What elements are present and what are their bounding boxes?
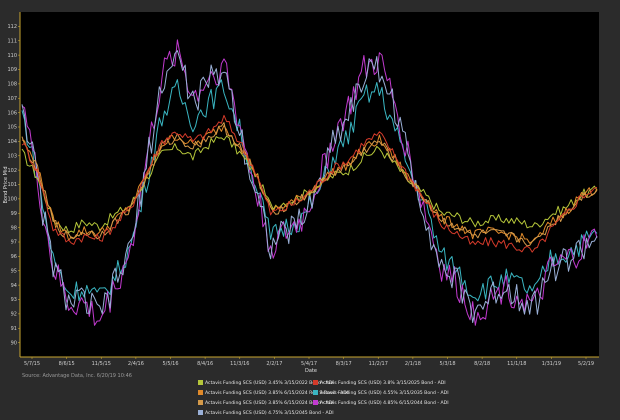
y-tick-label: 110	[7, 53, 17, 59]
legend-swatch	[313, 380, 318, 385]
x-tick-label: 11/1/18	[507, 361, 526, 367]
y-tick-label: 108	[7, 82, 17, 88]
y-tick-label: 94	[11, 283, 17, 289]
x-tick-label: 11/5/15	[92, 361, 111, 367]
legend-swatch	[313, 400, 318, 405]
y-tick-label: 92	[11, 312, 17, 318]
legend-label: Actavis Funding SCS (USD) 4.55% 3/15/203…	[320, 390, 449, 396]
y-tick-label: 93	[11, 297, 17, 303]
x-tick-label: 8/2/18	[474, 361, 490, 367]
y-tick-label: 111	[7, 38, 17, 44]
x-tick-label: 2/1/18	[405, 361, 421, 367]
legend-label: Actavis Funding SCS (USD) 4.75% 3/15/204…	[205, 410, 334, 416]
bond-price-chart: 9091929394959697989910010110210310410510…	[3, 12, 599, 416]
y-tick-label: 112	[7, 24, 17, 30]
x-tick-label: 5/4/17	[301, 361, 317, 367]
x-tick-label: 2/4/16	[128, 361, 144, 367]
legend-swatch	[198, 410, 203, 415]
x-tick-label: 5/5/16	[162, 361, 178, 367]
y-tick-label: 98	[11, 225, 17, 231]
plot-background	[20, 12, 599, 357]
x-axis-label: Date	[305, 368, 317, 374]
y-tick-label: 99	[11, 211, 17, 217]
legend-swatch	[198, 400, 203, 405]
legend-swatch	[198, 390, 203, 395]
y-tick-labels: 9091929394959697989910010110210310410510…	[7, 24, 20, 346]
y-tick-label: 95	[11, 268, 17, 274]
y-tick-label: 91	[11, 326, 17, 332]
source-note: Source: Advantage Data, Inc. 6/20/19 10:…	[22, 373, 132, 379]
legend-label: Actavis Funding SCS (USD) 4.85% 6/15/204…	[320, 400, 449, 406]
x-tick-label: 8/4/16	[197, 361, 213, 367]
x-tick-label: 2/2/17	[266, 361, 282, 367]
x-tick-label: 11/3/16	[230, 361, 249, 367]
x-tick-label: 5/3/18	[439, 361, 455, 367]
y-tick-label: 90	[11, 340, 17, 346]
legend-swatch	[198, 380, 203, 385]
chart-window: 90 91 92 93 94 95 96 97 98 99 100 101 102 103 104 105 10…	[0, 0, 620, 420]
x-tick-labels: 5/7/15 8/6/15 11/5/15 2/4/16 5/5/16 8/4/16 11/…	[24, 357, 594, 367]
y-tick-label: 106	[7, 110, 17, 116]
x-tick-label: 5/7/15	[24, 361, 40, 367]
y-tick-label: 104	[7, 139, 17, 145]
legend: Actavis Funding SCS (USD) 3.45% 3/15/202…	[198, 380, 449, 416]
y-tick-label: 109	[7, 67, 17, 73]
y-tick-label: 107	[7, 96, 17, 102]
y-tick-label: 103	[7, 153, 17, 159]
x-tick-label: 8/3/17	[336, 361, 352, 367]
legend-label: Actavis Funding SCS (USD) 3.8% 3/15/2025…	[320, 380, 446, 386]
y-tick-label: 105	[7, 125, 17, 131]
x-tick-label: 11/2/17	[369, 361, 388, 367]
x-tick-label: 5/2/19	[578, 361, 594, 367]
y-axis-label: Bond Price Mid	[3, 166, 9, 203]
legend-swatch	[313, 390, 318, 395]
y-tick-label: 97	[11, 240, 17, 246]
x-tick-label: 1/31/19	[542, 361, 561, 367]
x-tick-label: 8/6/15	[59, 361, 75, 367]
y-tick-label: 96	[11, 254, 17, 260]
